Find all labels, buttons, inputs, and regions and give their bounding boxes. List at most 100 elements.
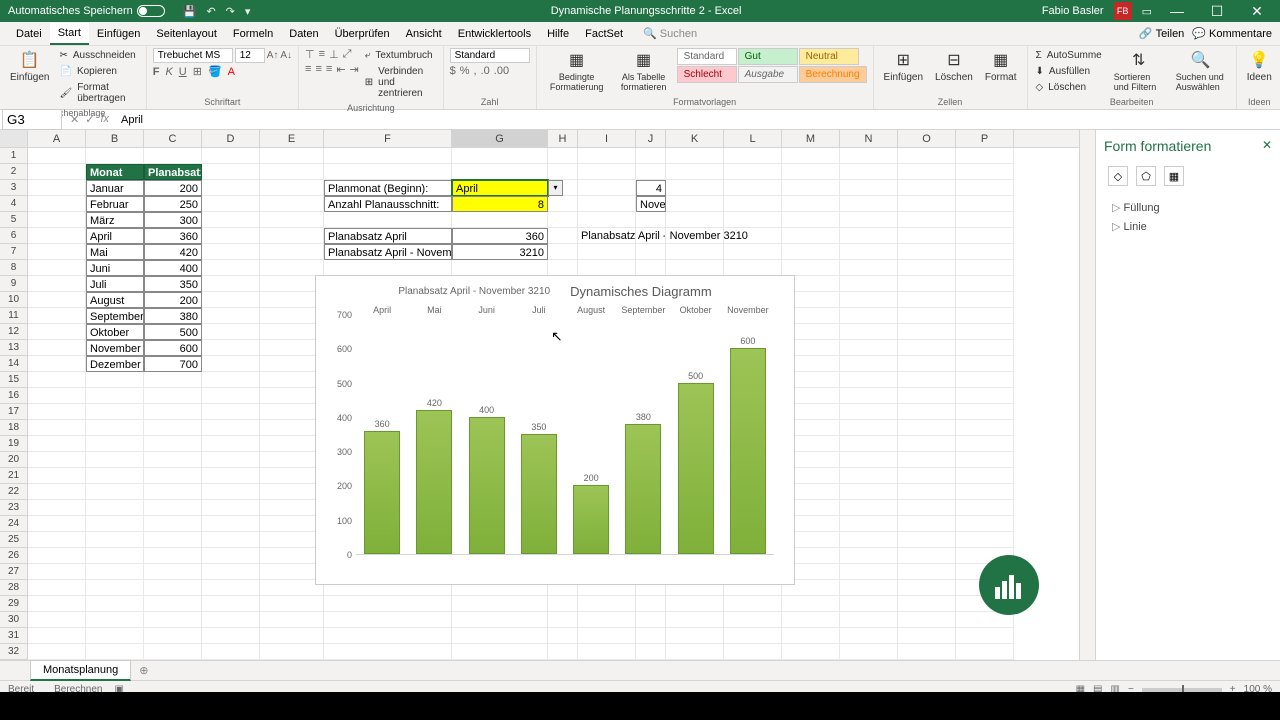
cell-E8[interactable] xyxy=(260,260,324,276)
cell-N9[interactable] xyxy=(840,276,898,292)
cell-E31[interactable] xyxy=(260,628,324,644)
cell-J7[interactable] xyxy=(636,244,666,260)
cell-P8[interactable] xyxy=(956,260,1014,276)
cell-B11[interactable]: September xyxy=(86,308,144,324)
cell-B12[interactable]: Oktober xyxy=(86,324,144,340)
cell-I29[interactable] xyxy=(578,596,636,612)
cell-A14[interactable] xyxy=(28,356,86,372)
cell-N29[interactable] xyxy=(840,596,898,612)
cell-P16[interactable] xyxy=(956,388,1014,404)
cell-M2[interactable] xyxy=(782,164,840,180)
cell-H32[interactable] xyxy=(548,644,578,660)
cell-K29[interactable] xyxy=(666,596,724,612)
cell-O24[interactable] xyxy=(898,516,956,532)
cell-N17[interactable] xyxy=(840,404,898,420)
row-header-28[interactable]: 28 xyxy=(0,580,28,596)
cell-O14[interactable] xyxy=(898,356,956,372)
dec-decimal-icon[interactable]: .00 xyxy=(494,65,509,77)
cell-P13[interactable] xyxy=(956,340,1014,356)
cell-O13[interactable] xyxy=(898,340,956,356)
cell-O29[interactable] xyxy=(898,596,956,612)
cell-C13[interactable]: 600 xyxy=(144,340,202,356)
cell-N5[interactable] xyxy=(840,212,898,228)
cell-O27[interactable] xyxy=(898,564,956,580)
cell-A32[interactable] xyxy=(28,644,86,660)
row-header-13[interactable]: 13 xyxy=(0,340,28,356)
sort-filter-button[interactable]: ⇅Sortieren und Filtern xyxy=(1110,48,1168,94)
zoom-slider[interactable] xyxy=(1142,688,1222,692)
cell-D16[interactable] xyxy=(202,388,260,404)
cell-N3[interactable] xyxy=(840,180,898,196)
cell-K3[interactable] xyxy=(666,180,724,196)
cell-B24[interactable] xyxy=(86,516,144,532)
cell-A17[interactable] xyxy=(28,404,86,420)
cell-I1[interactable] xyxy=(578,148,636,164)
cell-A12[interactable] xyxy=(28,324,86,340)
undo-icon[interactable]: ↶ xyxy=(206,5,215,18)
cell-P7[interactable] xyxy=(956,244,1014,260)
enter-formula-icon[interactable]: ✓ xyxy=(85,113,94,126)
cell-B14[interactable]: Dezember xyxy=(86,356,144,372)
cell-J30[interactable] xyxy=(636,612,666,628)
cell-F30[interactable] xyxy=(324,612,452,628)
cell-F4[interactable]: Anzahl Planausschnitt: xyxy=(324,196,452,212)
cell-J2[interactable] xyxy=(636,164,666,180)
fx-icon[interactable]: fx xyxy=(100,113,109,126)
cell-B7[interactable]: Mai xyxy=(86,244,144,260)
cell-F1[interactable] xyxy=(324,148,452,164)
cell-M30[interactable] xyxy=(782,612,840,628)
cell-B13[interactable]: November xyxy=(86,340,144,356)
cell-K30[interactable] xyxy=(666,612,724,628)
cell-B25[interactable] xyxy=(86,532,144,548)
cell-D28[interactable] xyxy=(202,580,260,596)
indent-dec-icon[interactable]: ⇤ xyxy=(336,63,345,76)
size-tab-icon[interactable]: ▦ xyxy=(1164,166,1184,186)
cell-D23[interactable] xyxy=(202,500,260,516)
cell-B15[interactable] xyxy=(86,372,144,388)
cell-N26[interactable] xyxy=(840,548,898,564)
cell-A5[interactable] xyxy=(28,212,86,228)
cell-O23[interactable] xyxy=(898,500,956,516)
cell-N15[interactable] xyxy=(840,372,898,388)
cell-P31[interactable] xyxy=(956,628,1014,644)
cell-B29[interactable] xyxy=(86,596,144,612)
cell-M4[interactable] xyxy=(782,196,840,212)
fill-color-button[interactable]: 🪣 xyxy=(208,65,222,78)
tab-daten[interactable]: Daten xyxy=(281,24,326,44)
cell-O10[interactable] xyxy=(898,292,956,308)
cell-A21[interactable] xyxy=(28,468,86,484)
cell-K32[interactable] xyxy=(666,644,724,660)
paste-button[interactable]: 📋Einfügen xyxy=(6,48,53,85)
cell-L2[interactable] xyxy=(724,164,782,180)
row-header-1[interactable]: 1 xyxy=(0,148,28,164)
cell-J32[interactable] xyxy=(636,644,666,660)
cell-A30[interactable] xyxy=(28,612,86,628)
row-header-3[interactable]: 3 xyxy=(0,180,28,196)
cell-D21[interactable] xyxy=(202,468,260,484)
cell-B23[interactable] xyxy=(86,500,144,516)
cell-P22[interactable] xyxy=(956,484,1014,500)
qat-more-icon[interactable]: ▾ xyxy=(245,5,251,18)
cell-P20[interactable] xyxy=(956,452,1014,468)
cell-M29[interactable] xyxy=(782,596,840,612)
cell-C31[interactable] xyxy=(144,628,202,644)
fill-option[interactable]: Füllung xyxy=(1104,198,1272,217)
cell-I4[interactable] xyxy=(578,196,636,212)
cell-D26[interactable] xyxy=(202,548,260,564)
col-header-H[interactable]: H xyxy=(548,130,578,147)
row-header-29[interactable]: 29 xyxy=(0,596,28,612)
cell-H29[interactable] xyxy=(548,596,578,612)
row-header-2[interactable]: 2 xyxy=(0,164,28,180)
cell-P9[interactable] xyxy=(956,276,1014,292)
tab-seitenlayout[interactable]: Seitenlayout xyxy=(148,24,225,44)
col-header-O[interactable]: O xyxy=(898,130,956,147)
cell-D29[interactable] xyxy=(202,596,260,612)
currency-icon[interactable]: $ xyxy=(450,65,456,77)
cell-O3[interactable] xyxy=(898,180,956,196)
cell-J3[interactable]: 4 xyxy=(636,180,666,196)
cell-I30[interactable] xyxy=(578,612,636,628)
cell-A20[interactable] xyxy=(28,452,86,468)
dropdown-button[interactable]: ▾ xyxy=(548,180,563,196)
col-header-B[interactable]: B xyxy=(86,130,144,147)
cell-P12[interactable] xyxy=(956,324,1014,340)
